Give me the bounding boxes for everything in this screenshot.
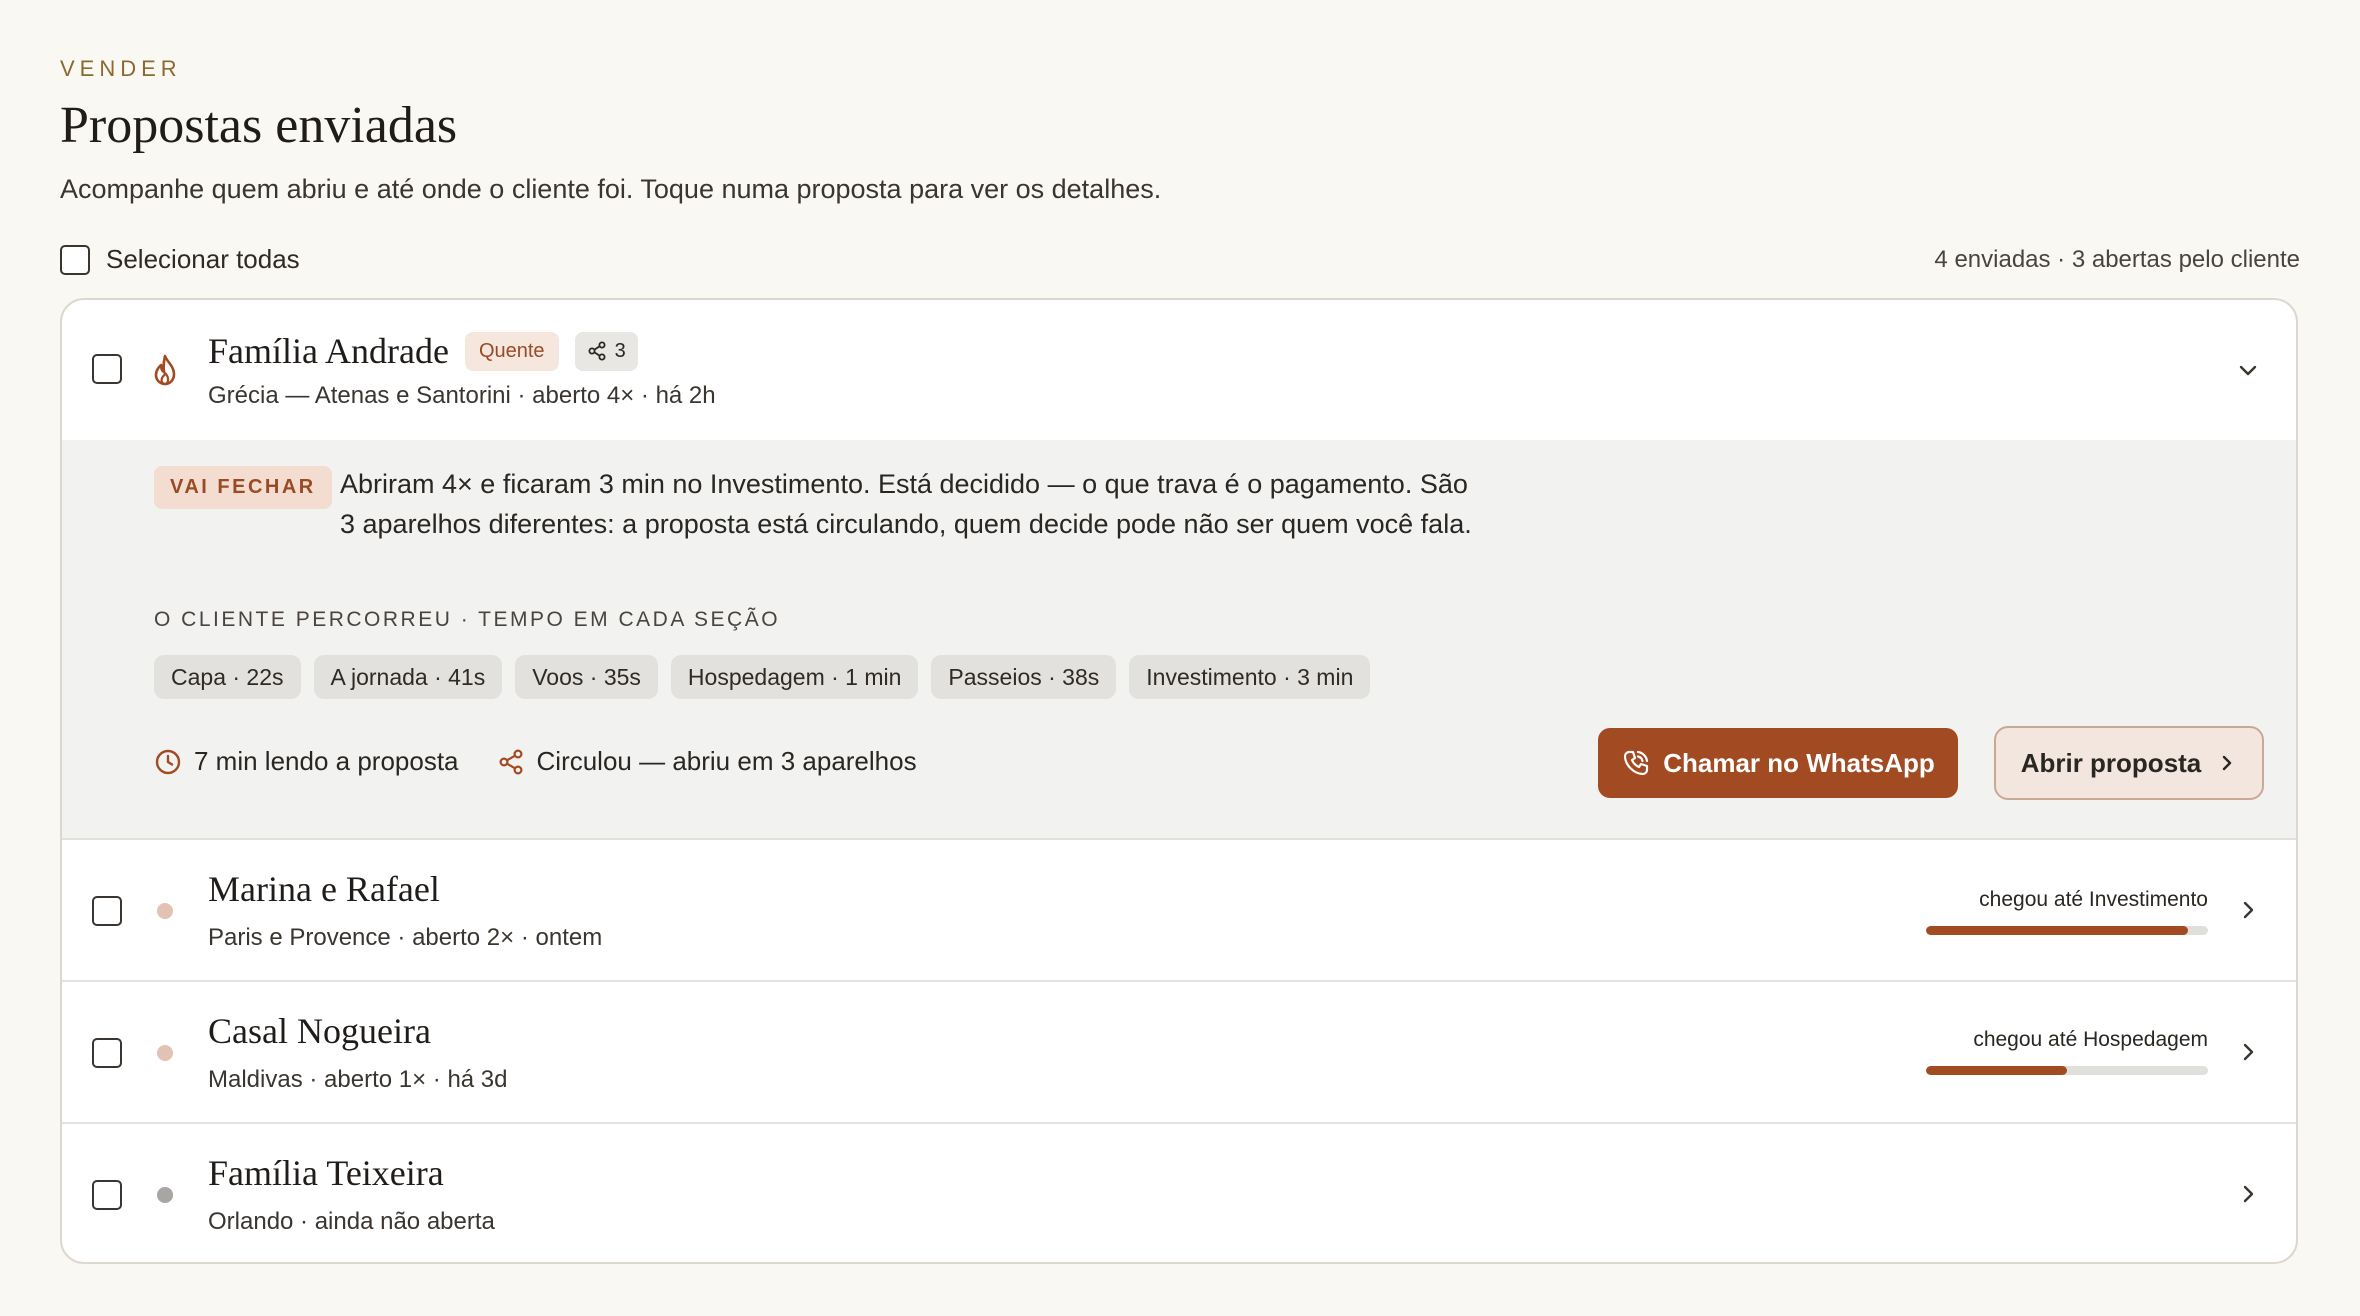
select-all[interactable]: Selecionar todas xyxy=(60,244,300,275)
flame-icon xyxy=(154,354,176,386)
proposal-checkbox[interactable] xyxy=(92,896,122,926)
phone-icon xyxy=(1624,750,1649,776)
whatsapp-button[interactable]: Chamar no WhatsApp xyxy=(1598,728,1958,798)
section-chip: Voos · 35s xyxy=(515,655,658,699)
devices-info: Circulou — abriu em 3 aparelhos xyxy=(497,746,917,777)
proposal-row-teixeira[interactable]: Família Teixeira Orlando · ainda não abe… xyxy=(62,1122,2296,1262)
progress-bar xyxy=(1926,1066,2208,1075)
reading-time: 7 min lendo a proposta xyxy=(154,746,459,777)
section-chip: Capa · 22s xyxy=(154,655,301,699)
section-chip: A jornada · 41s xyxy=(313,655,503,699)
progress-label: chegou até Investimento xyxy=(1979,888,2208,911)
status-dot xyxy=(157,903,173,919)
proposal-name: Marina e Rafael xyxy=(208,869,440,909)
insight-text: Abriram 4× e ficaram 3 min no Investimen… xyxy=(340,469,1472,539)
verdict-badge: VAI FECHAR xyxy=(154,466,332,509)
proposal-meta: Grécia — Atenas e Santorini · aberto 4× … xyxy=(208,382,716,409)
hot-tag: Quente xyxy=(464,331,559,371)
page-title: Propostas enviadas xyxy=(60,97,458,154)
proposal-row-andrade: Família Andrade Quente 3 Grécia — Atenas… xyxy=(62,300,2296,838)
section-label: VENDER xyxy=(60,56,182,81)
share-icon xyxy=(588,341,606,361)
proposal-meta: Paris e Provence · aberto 2× · ontem xyxy=(208,924,603,951)
status-dot xyxy=(157,1187,173,1203)
proposal-name: Família Andrade xyxy=(208,331,449,371)
share-count: 3 xyxy=(614,339,626,362)
chevron-down-icon[interactable] xyxy=(2234,356,2262,384)
section-chip: Passeios · 38s xyxy=(931,655,1117,699)
proposal-checkbox[interactable] xyxy=(92,1038,122,1068)
whatsapp-button-label: Chamar no WhatsApp xyxy=(1663,747,1935,778)
reading-stats: 7 min lendo a proposta Circulou — abriu … xyxy=(154,746,917,777)
proposal-header-andrade[interactable]: Família Andrade Quente 3 Grécia — Atenas… xyxy=(62,300,2296,440)
proposal-details: VAI FECHAR Abriram 4× e ficaram 3 min no… xyxy=(62,440,2296,838)
proposal-checkbox[interactable] xyxy=(92,354,122,384)
proposal-counts: 4 enviadas · 3 abertas pelo cliente xyxy=(1934,246,2300,273)
progress-fill xyxy=(1926,1066,2067,1075)
proposal-name: Casal Nogueira xyxy=(208,1011,431,1051)
clock-icon xyxy=(155,749,181,774)
proposal-checkbox[interactable] xyxy=(92,1180,122,1210)
proposal-row-nogueira[interactable]: Casal Nogueira Maldivas · aberto 1× · há… xyxy=(62,980,2296,1122)
proposal-meta: Orlando · ainda não aberta xyxy=(208,1208,495,1235)
proposal-meta: Maldivas · aberto 1× · há 3d xyxy=(208,1066,508,1093)
open-proposal-label: Abrir proposta xyxy=(2020,747,2202,778)
section-chips: Capa · 22s A jornada · 41s Voos · 35s Ho… xyxy=(154,655,1371,699)
select-all-label: Selecionar todas xyxy=(106,244,300,274)
share-icon xyxy=(499,748,523,775)
chevron-right-icon[interactable] xyxy=(2234,1180,2262,1208)
proposal-name: Família Teixeira xyxy=(208,1153,444,1193)
section-chip: Hospedagem · 1 min xyxy=(670,655,919,699)
devices-text: Circulou — abriu em 3 aparelhos xyxy=(536,746,917,776)
open-proposal-button[interactable]: Abrir proposta xyxy=(1994,726,2264,800)
reading-time-text: 7 min lendo a proposta xyxy=(194,746,459,776)
share-count-badge: 3 xyxy=(574,331,638,371)
section-chip: Investimento · 3 min xyxy=(1129,655,1371,699)
page-subtitle: Acompanhe quem abriu e até onde o client… xyxy=(60,174,1162,204)
progress-label: chegou até Hospedagem xyxy=(1973,1028,2208,1051)
status-dot xyxy=(157,1045,173,1061)
proposals-list: Família Andrade Quente 3 Grécia — Atenas… xyxy=(60,298,2298,1264)
progress-bar xyxy=(1926,926,2208,935)
sections-label: O CLIENTE PERCORREU · TEMPO EM CADA SEÇÃ… xyxy=(154,608,781,631)
proposal-row-marina[interactable]: Marina e Rafael Paris e Provence · abert… xyxy=(62,838,2296,980)
chevron-right-icon[interactable] xyxy=(2234,896,2262,924)
progress-indicator: chegou até Hospedagem xyxy=(1926,1028,2208,1075)
chevron-right-icon xyxy=(2223,755,2232,771)
select-all-checkbox[interactable] xyxy=(60,244,90,275)
chevron-right-icon[interactable] xyxy=(2234,1038,2262,1066)
progress-fill xyxy=(1926,926,2189,935)
progress-indicator: chegou até Investimento xyxy=(1926,888,2208,935)
